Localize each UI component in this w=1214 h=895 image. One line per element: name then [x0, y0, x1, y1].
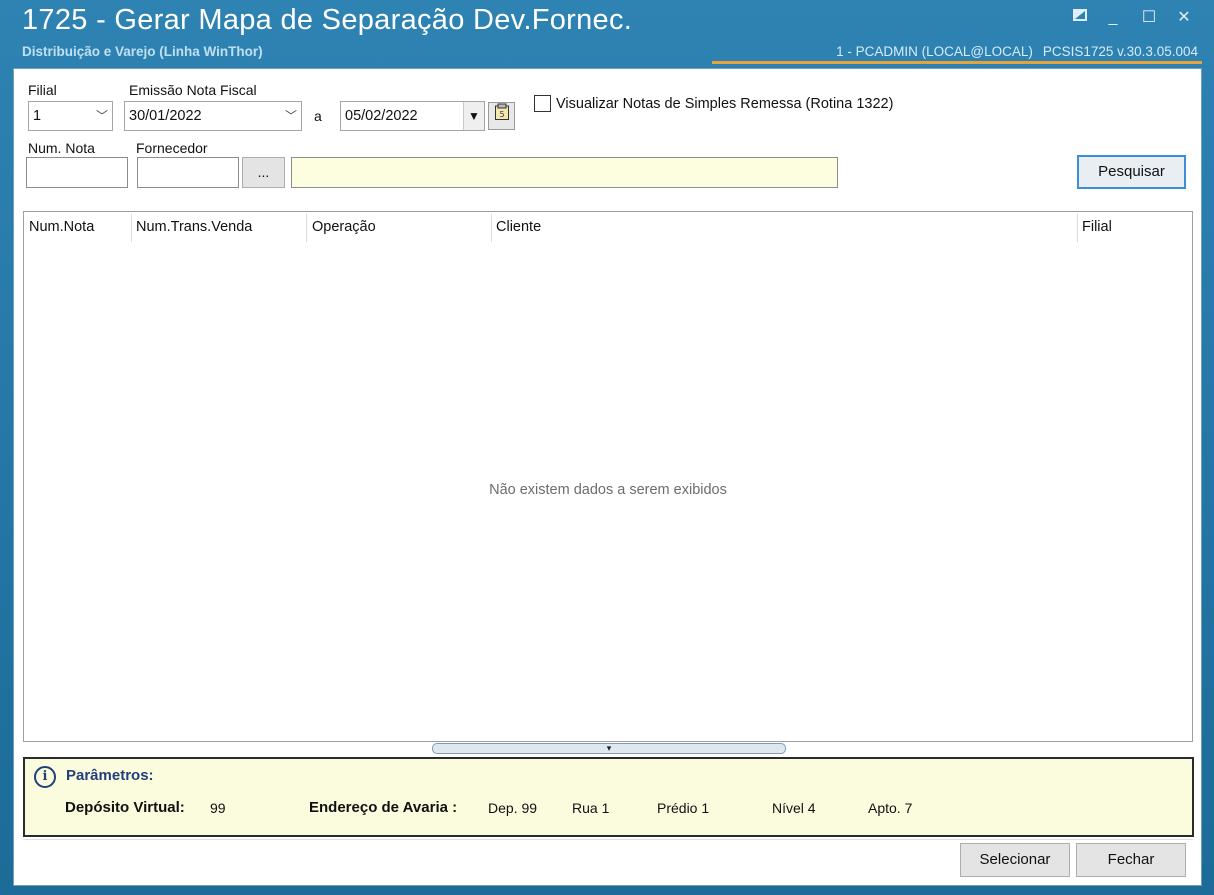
close-icon[interactable]: ✕: [1173, 8, 1195, 28]
dropdown-arrow-icon[interactable]: ▼: [463, 102, 484, 130]
column-header-num-trans-venda[interactable]: Num.Trans.Venda: [132, 212, 252, 242]
column-header-operacao[interactable]: Operação: [308, 212, 376, 242]
chevron-down-icon: ﹀: [95, 109, 108, 123]
column-header-cliente[interactable]: Cliente: [492, 212, 541, 242]
fornecedor-name-field: [291, 157, 838, 188]
session-info: 1 - PCADMIN (LOCAL@LOCAL) PCSIS1725 v.30.…: [836, 44, 1198, 59]
calendar-icon[interactable]: 5: [488, 102, 515, 130]
user-info: 1 - PCADMIN (LOCAL@LOCAL): [836, 44, 1033, 59]
endereco-dep: Dep. 99: [488, 800, 538, 816]
column-divider[interactable]: [306, 214, 307, 242]
emissao-label: Emissão Nota Fiscal: [129, 82, 257, 98]
window-title: 1725 - Gerar Mapa de Separação Dev.Forne…: [22, 4, 633, 36]
date-end-value: 05/02/2022: [345, 108, 418, 124]
date-end-picker[interactable]: 05/02/2022 ▼: [340, 101, 485, 131]
filial-select[interactable]: 1 ﹀: [28, 101, 113, 131]
num-nota-input[interactable]: [26, 157, 128, 188]
column-header-filial[interactable]: Filial: [1078, 212, 1112, 242]
endereco-avaria-label: Endereço de Avaria :: [309, 799, 458, 816]
simples-remessa-checkbox[interactable]: [534, 95, 551, 112]
select-button[interactable]: Selecionar: [960, 843, 1070, 877]
chevron-down-icon: ﹀: [284, 109, 297, 123]
panel-splitter[interactable]: ▾: [432, 743, 786, 754]
empty-grid-message: Não existem dados a serem exibidos: [489, 482, 727, 498]
endereco-predio: Prédio 1: [657, 800, 710, 816]
maximize-icon[interactable]: ☐: [1138, 8, 1160, 28]
date-start-picker[interactable]: 30/01/2022 ﹀: [124, 101, 302, 131]
deposito-virtual-label: Depósito Virtual:: [65, 799, 185, 816]
results-grid[interactable]: Num.Nota Num.Trans.Venda Operação Client…: [23, 211, 1193, 742]
parameters-panel: i Parâmetros: Depósito Virtual: 99 Ender…: [23, 757, 1194, 837]
divider: [23, 839, 1193, 840]
app-window: 1725 - Gerar Mapa de Separação Dev.Forne…: [0, 0, 1214, 895]
date-start-value: 30/01/2022: [129, 108, 202, 124]
close-button[interactable]: Fechar: [1076, 843, 1186, 877]
fornecedor-lookup-button[interactable]: ...: [242, 157, 285, 188]
search-button[interactable]: Pesquisar: [1077, 155, 1186, 189]
title-accent-line: [712, 61, 1202, 64]
endereco-apto: Apto. 7: [868, 800, 913, 816]
window-subtitle: Distribuição e Varejo (Linha WinThor): [22, 44, 263, 59]
endereco-rua: Rua 1: [572, 800, 610, 816]
date-separator: a: [314, 108, 322, 124]
main-panel: Filial 1 ﹀ Emissão Nota Fiscal 30/01/202…: [13, 68, 1202, 886]
endereco-nivel: Nível 4: [772, 800, 816, 816]
svg-text:5: 5: [499, 110, 504, 119]
info-icon: i: [34, 766, 56, 788]
simples-remessa-label: Visualizar Notas de Simples Remessa (Rot…: [556, 96, 894, 112]
parameters-title: Parâmetros:: [66, 767, 154, 784]
version-info: PCSIS1725 v.30.3.05.004: [1042, 44, 1198, 59]
fornecedor-label: Fornecedor: [136, 140, 208, 156]
filial-label: Filial: [28, 82, 57, 98]
column-header-num-nota[interactable]: Num.Nota: [25, 212, 94, 242]
fornecedor-code-input[interactable]: [137, 157, 239, 188]
minimize-icon[interactable]: _: [1102, 8, 1124, 28]
chevron-down-icon: ▾: [606, 743, 612, 753]
deposito-virtual-value: 99: [210, 800, 226, 816]
filial-value: 1: [33, 108, 42, 124]
num-nota-label: Num. Nota: [28, 140, 95, 156]
restore-icon[interactable]: [1069, 8, 1091, 28]
